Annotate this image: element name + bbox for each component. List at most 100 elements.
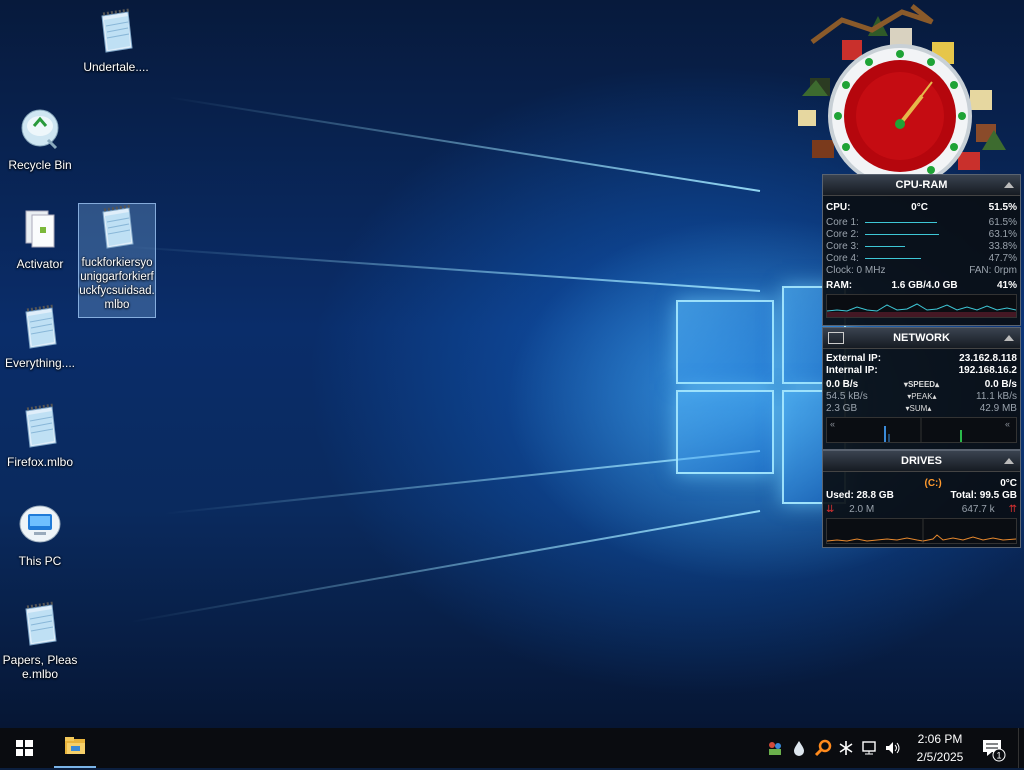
drive-temp: 0°C [1000, 478, 1017, 489]
icon-label: Firefox.mlbo [6, 455, 74, 469]
read-icon: ⇊ [826, 504, 835, 515]
start-windows-icon[interactable] [0, 728, 48, 768]
sum-row: 2.3 GB ▾SUM▴ 42.9 MB [823, 403, 1020, 415]
core-value: 33.8% [988, 241, 1017, 252]
tray-search-icon[interactable] [814, 738, 832, 758]
tray-network-icon[interactable] [861, 738, 879, 758]
sum-up: 42.9 MB [979, 403, 1017, 414]
icon-label: Papers, Please.mlbo [2, 653, 78, 681]
core-usage-bar [864, 217, 983, 229]
network-monitor-icon [828, 332, 844, 344]
peak-up: 11.1 kB/s [976, 391, 1017, 402]
icon-label: Recycle Bin [8, 158, 72, 172]
tray-drop-icon[interactable] [790, 738, 808, 758]
core-value: 63.1% [988, 229, 1017, 240]
collapse-arrow-icon[interactable] [1004, 182, 1014, 188]
show-desktop-button[interactable] [1018, 728, 1024, 768]
peak-label: ▾PEAK▴ [907, 392, 937, 401]
drive-read: 2.0 M [849, 504, 875, 515]
cpu-ram-title: CPU-RAM [895, 179, 948, 191]
notepad-file-icon [102, 204, 134, 249]
tray-people-icon[interactable] [766, 738, 784, 758]
desktop-icon-firefox[interactable]: Firefox.mlbo [2, 403, 78, 469]
drive-total: Total: 99.5 GB [950, 490, 1018, 501]
ram-percent: 41% [996, 280, 1017, 291]
network-widget[interactable]: NETWORK External IP: 23.162.8.118 Intern… [822, 327, 1021, 450]
taskbar-file-explorer[interactable] [54, 728, 96, 768]
down-arrows-icon: « [830, 419, 835, 429]
core-label: Core 2: [826, 229, 859, 240]
cpu-usage: 51.5% [988, 202, 1017, 213]
ram-graph [826, 294, 1017, 318]
cpu-label: CPU: [826, 202, 851, 213]
cpu-ram-widget[interactable]: CPU-RAM CPU: 0°C 51.5% Core 1: 61.5% Cor… [822, 174, 1021, 326]
drive-write: 647.7 k [961, 504, 995, 515]
desktop-icon-everything[interactable]: Everything.... [2, 304, 78, 370]
drives-header[interactable]: DRIVES [823, 451, 1020, 472]
sleigh-reindeer [810, 4, 934, 45]
folder-icon [65, 737, 85, 754]
icon-label: fuckforkiersyouniggarforkierfuckfycsuids… [79, 257, 155, 311]
core-label: Core 3: [826, 241, 859, 252]
christmas-clock-gadget[interactable] [782, 0, 1022, 175]
up-arrows-icon: « [1005, 419, 1010, 429]
action-center-icon[interactable]: 1 [980, 736, 1006, 762]
recycle-bin-icon [21, 109, 59, 150]
desktop-icon-activator[interactable]: Activator [2, 205, 78, 271]
network-header[interactable]: NETWORK [823, 328, 1020, 349]
internal-ip-label: Internal IP: [826, 365, 878, 376]
notification-count: 1 [996, 751, 1001, 761]
internal-ip-value: 192.168.16.2 [958, 365, 1017, 376]
desktop-icon-undertale[interactable]: Undertale.... [78, 8, 154, 74]
ram-used: 1.6 GB/4.0 GB [891, 280, 958, 291]
desktop-icon-this-pc[interactable]: This PC [2, 502, 78, 568]
notepad-file-icon [25, 403, 57, 448]
collapse-arrow-icon[interactable] [1004, 335, 1014, 341]
cpu-row: CPU: 0°C 51.5% [823, 202, 1020, 214]
core-usage-bar [864, 253, 983, 265]
wallpaper-beam [121, 245, 761, 292]
sum-label: ▾SUM▴ [905, 404, 932, 413]
core-usage-bar [864, 229, 983, 241]
collapse-arrow-icon[interactable] [1004, 458, 1014, 464]
ram-graph-line [827, 303, 1016, 317]
blank-file-icon [25, 210, 55, 248]
tray-volume-icon[interactable] [884, 738, 902, 758]
desktop-icon-recycle-bin[interactable]: Recycle Bin [2, 106, 78, 172]
network-title: NETWORK [893, 332, 950, 344]
peak-down: 54.5 kB/s [826, 391, 868, 402]
sum-down: 2.3 GB [826, 403, 858, 414]
cpu-ram-header[interactable]: CPU-RAM [823, 175, 1020, 196]
network-graph: « « [826, 417, 1017, 443]
desktop-icon-mlbo-selected[interactable]: fuckforkiersyouniggarforkierfuckfycsuids… [78, 203, 156, 318]
drives-title: DRIVES [901, 455, 942, 467]
drives-widget[interactable]: DRIVES (C:) 0°C Used: 28.8 GB Total: 99.… [822, 450, 1021, 548]
speed-up: 0.0 B/s [984, 379, 1017, 390]
icon-label: Everything.... [4, 356, 76, 370]
core-label: Core 4: [826, 253, 859, 264]
core-usage-bar [864, 241, 983, 253]
peak-row: 54.5 kB/s ▾PEAK▴ 11.1 kB/s [823, 391, 1020, 403]
drive-io-graph [826, 518, 1017, 544]
tray-asterisk-icon[interactable] [837, 738, 855, 758]
taskbar: 2:06 PM 2/5/2025 1 [0, 728, 1024, 768]
desktop-icon-papers-please[interactable]: Papers, Please.mlbo [2, 601, 78, 681]
core-label: Core 1: [826, 217, 859, 228]
network-graph-bars: « « [830, 418, 1010, 442]
external-ip-value: 23.162.8.118 [959, 353, 1017, 364]
icon-label: Activator [16, 257, 64, 271]
speed-label: ▾SPEED▴ [903, 380, 940, 389]
core-value: 61.5% [988, 217, 1017, 228]
taskbar-time: 2:06 PM [917, 732, 963, 746]
drive-used: Used: 28.8 GB [826, 490, 894, 501]
icon-label: Undertale.... [83, 60, 149, 74]
ram-label: RAM: [826, 280, 853, 291]
taskbar-clock[interactable]: 2:06 PM 2/5/2025 [908, 730, 972, 766]
logo-pane [676, 300, 774, 384]
wallpaper-beam [167, 96, 761, 192]
taskbar-date: 2/5/2025 [916, 750, 964, 764]
drive-header-row: (C:) 0°C [823, 478, 1020, 490]
drive-io-graph-line [827, 519, 1016, 543]
sum-label-text: SUM [909, 404, 928, 413]
write-icon: ⇈ [1008, 504, 1017, 515]
